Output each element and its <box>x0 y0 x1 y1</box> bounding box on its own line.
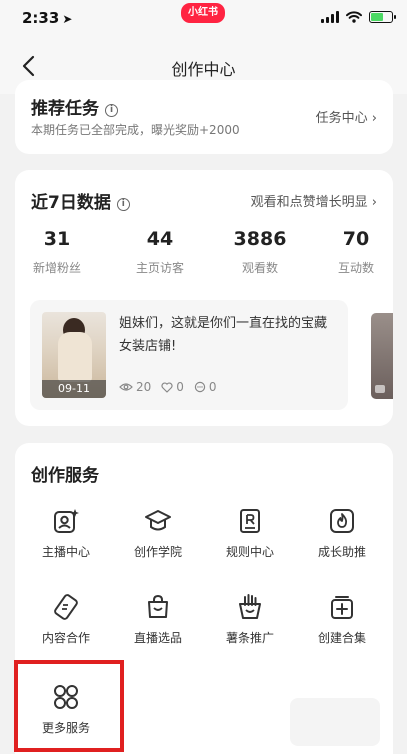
next-note-thumbnail[interactable] <box>371 313 393 399</box>
location-arrow-icon: ➤ <box>62 12 73 26</box>
chevron-right-icon: › <box>371 195 377 210</box>
stat-label: 观看数 <box>241 261 278 275</box>
services-title: 创作服务 <box>31 466 99 486</box>
service-label: 直播选品 <box>133 631 182 645</box>
note-thumbnail: 09-11 <box>42 312 106 398</box>
stat-label: 主页访客 <box>135 261 184 275</box>
status-bar: 2:33 ➤ 小红书 <box>0 0 407 38</box>
stat-interactions[interactable]: 70 互动数 <box>311 228 401 276</box>
note-card[interactable]: 09-11 姐妹们，这就是你们一直在找的宝藏女装店铺! 20 0 0 <box>30 300 348 410</box>
note-views: 20 <box>136 380 152 394</box>
stat-label: 互动数 <box>337 261 374 275</box>
chevron-right-icon: › <box>371 111 377 126</box>
service-create-collection[interactable]: 创建合集 <box>298 593 386 646</box>
service-growth-boost[interactable]: 成长助推 <box>298 507 386 560</box>
add-collection-icon <box>331 596 353 619</box>
note-date: 09-11 <box>42 380 106 398</box>
stat-value: 44 <box>146 228 174 250</box>
info-icon[interactable]: i <box>105 104 118 117</box>
academy-cap-icon <box>145 510 171 531</box>
stat-value: 70 <box>342 228 370 250</box>
faded-placeholder <box>290 698 380 746</box>
comment-icon <box>194 381 206 393</box>
stat-value: 31 <box>43 228 71 250</box>
service-live-selection[interactable]: 直播选品 <box>114 593 202 646</box>
service-content-coop[interactable]: 内容合作 <box>22 593 110 646</box>
heart-icon <box>161 381 173 393</box>
fries-promo-icon <box>239 594 261 619</box>
stat-value: 3886 <box>233 228 287 250</box>
task-center-link[interactable]: 任务中心 › <box>316 107 377 126</box>
service-label: 薯条推广 <box>225 631 274 645</box>
note-text: 姐妹们，这就是你们一直在找的宝藏女装店铺! <box>119 316 328 354</box>
service-fries-promo[interactable]: 薯条推广 <box>206 593 294 646</box>
flame-boost-icon <box>330 509 354 533</box>
service-label: 规则中心 <box>225 545 274 559</box>
service-label: 主播中心 <box>41 545 90 559</box>
wifi-icon <box>346 11 362 23</box>
info-icon[interactable]: i <box>116 198 130 211</box>
highlight-box <box>14 660 124 752</box>
note-comments: 0 <box>208 380 217 394</box>
battery-icon <box>369 11 396 23</box>
stat-new-followers[interactable]: 31 新增粉丝 <box>12 228 102 276</box>
service-label: 成长助推 <box>317 545 366 559</box>
note-stats: 20 0 0 <box>119 380 217 394</box>
stat-profile-visitors[interactable]: 44 主页访客 <box>115 228 205 276</box>
stats-title: 近7日数据 i <box>31 188 130 213</box>
note-likes: 0 <box>176 380 184 394</box>
host-center-icon <box>54 509 79 533</box>
tasks-title: 推荐任务 i <box>31 94 118 119</box>
signal-icon <box>321 11 339 23</box>
content-coop-icon <box>54 594 78 620</box>
service-academy[interactable]: 创作学院 <box>114 507 202 560</box>
app-badge: 小红书 <box>181 3 225 23</box>
stats-growth-link[interactable]: 观看和点赞增长明显 › <box>251 191 377 210</box>
service-label: 内容合作 <box>41 631 90 645</box>
service-label: 创作学院 <box>133 545 182 559</box>
eye-icon <box>119 383 133 391</box>
stat-views[interactable]: 3886 观看数 <box>215 228 305 276</box>
shopping-bag-icon <box>148 594 168 618</box>
rules-book-icon <box>240 509 260 533</box>
service-label: 创建合集 <box>317 631 366 645</box>
stats-card: 近7日数据 i 观看和点赞增长明显 › 31 新增粉丝 44 主页访客 3886 观看数… <box>15 170 393 426</box>
stat-label: 新增粉丝 <box>32 261 81 275</box>
status-time: 2:33 ➤ <box>22 9 73 27</box>
service-host-center[interactable]: 主播中心 <box>22 507 110 560</box>
tasks-card: 推荐任务 i 本期任务已全部完成，曝光奖励+2000 任务中心 › <box>15 80 393 154</box>
service-rules-center[interactable]: 规则中心 <box>206 507 294 560</box>
page-title: 创作中心 <box>171 60 236 79</box>
tasks-subtitle: 本期任务已全部完成，曝光奖励+2000 <box>31 123 240 137</box>
